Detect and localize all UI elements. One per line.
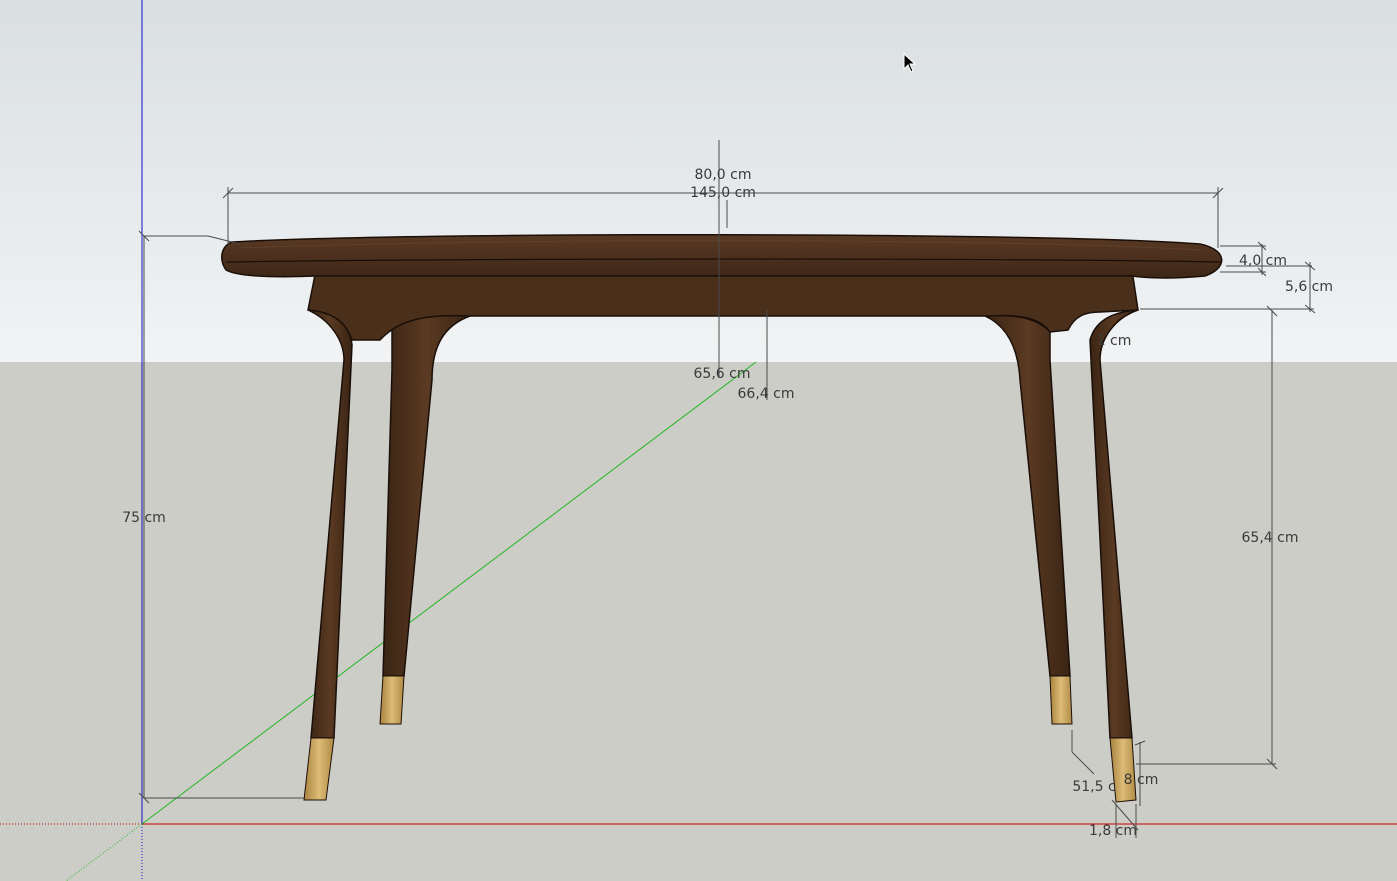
dimension-leg-foot[interactable]: 1,8 cm bbox=[1089, 823, 1137, 839]
table-leg-back-right[interactable] bbox=[984, 314, 1073, 725]
table-leg-back-left[interactable] bbox=[379, 314, 471, 725]
dimension-ferrule[interactable]: 8 cm bbox=[1124, 772, 1159, 788]
table-leg-front-left[interactable] bbox=[303, 309, 353, 801]
dimension-apron-height-b[interactable]: 66,4 cm bbox=[738, 386, 795, 402]
dimension-top-thickness[interactable]: 4,0 cm bbox=[1239, 253, 1287, 269]
dimension-apron-height-a[interactable]: 65,6 cm bbox=[694, 366, 751, 382]
dimension-leg-height[interactable]: 65,4 cm bbox=[1242, 530, 1299, 546]
green-axis bbox=[141, 361, 757, 825]
dimension-leg-spread[interactable]: 51,5 c bbox=[1072, 779, 1115, 795]
table-leg-front-right[interactable] bbox=[1089, 309, 1139, 803]
green-axis-neg bbox=[65, 823, 143, 881]
arrow-cursor-icon bbox=[903, 53, 917, 73]
dimension-total-height[interactable]: 75 cm bbox=[122, 510, 166, 526]
dimension-top-total[interactable]: 5,6 cm bbox=[1285, 279, 1333, 295]
table-top[interactable] bbox=[220, 233, 1223, 279]
dimension-depth[interactable]: 80,0 cm bbox=[695, 167, 752, 183]
dimension-apron[interactable]: 1 cm bbox=[1097, 333, 1132, 349]
model-viewport[interactable]: 80,0 cm 145,0 cm 4,0 cm 5,6 cm 1 cm 65,6… bbox=[0, 0, 1397, 881]
model-scene bbox=[0, 0, 1397, 881]
dimension-length[interactable]: 145,0 cm bbox=[690, 185, 756, 201]
